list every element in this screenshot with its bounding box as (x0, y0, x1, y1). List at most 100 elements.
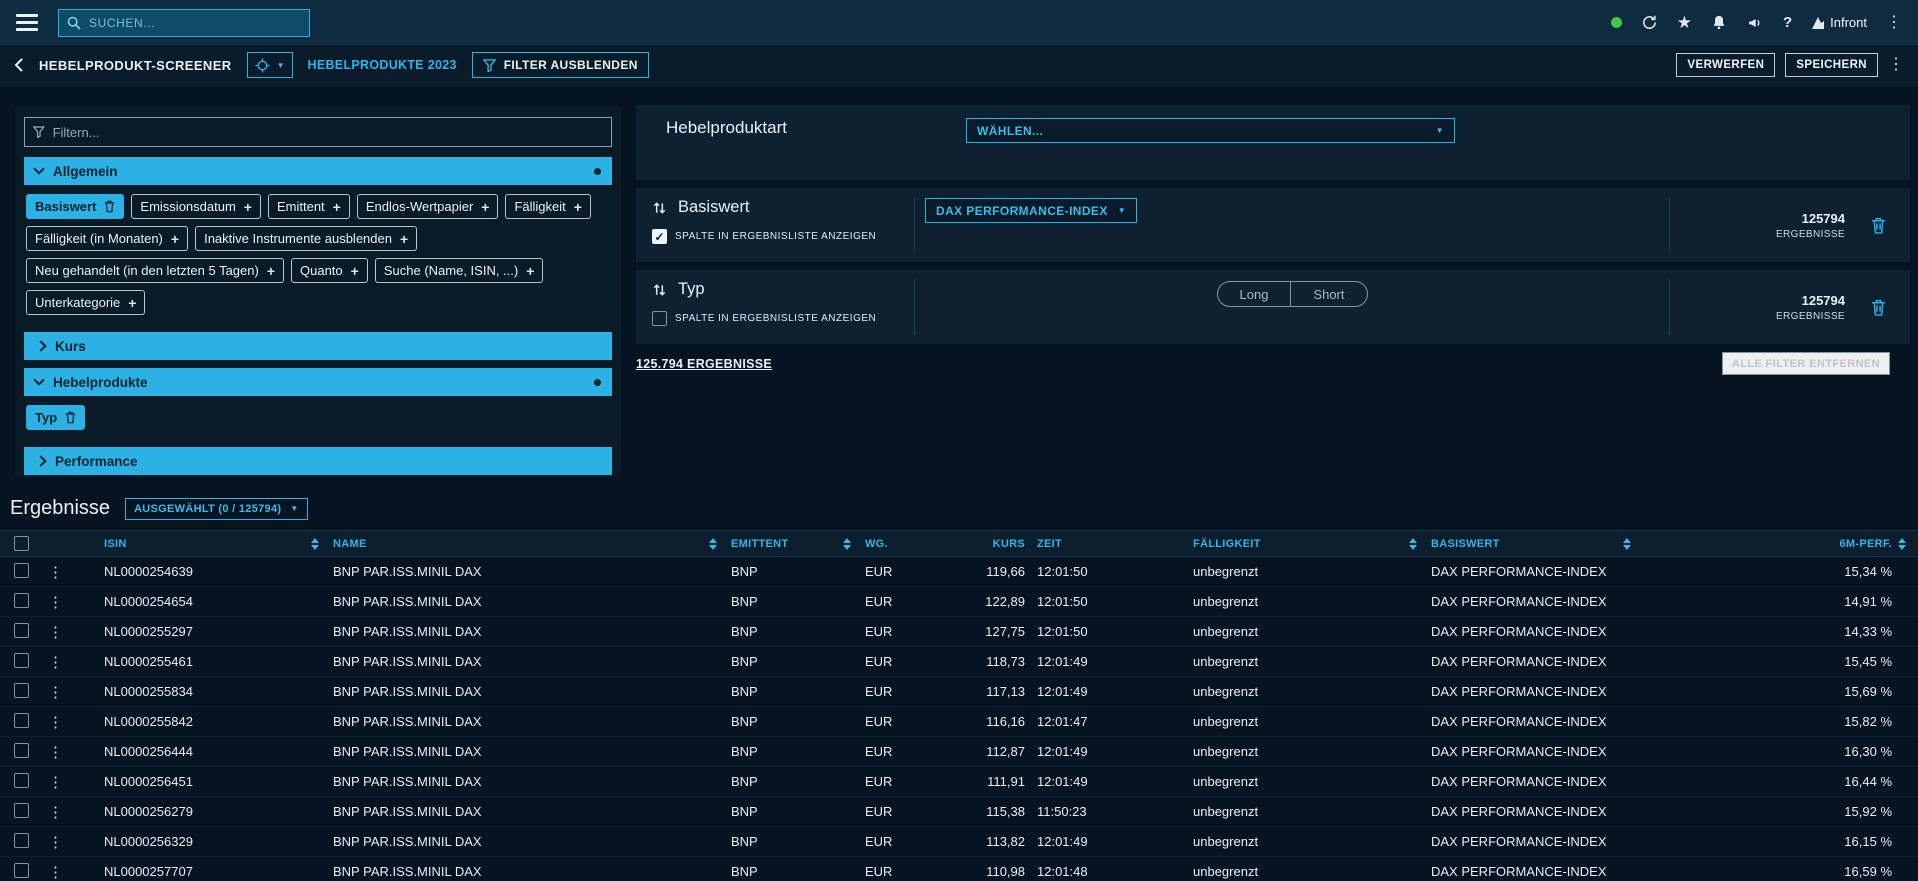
filter-chip[interactable]: Fälligkeit+ (505, 194, 590, 219)
selected-dropdown[interactable]: AUSGEWÄHLT (0 / 125794) ▼ (125, 498, 308, 520)
filter-chip[interactable]: Fälligkeit (in Monaten)+ (26, 226, 188, 251)
col-kurs[interactable]: KURS (957, 538, 1025, 550)
sidebar-filter-box[interactable] (24, 117, 612, 147)
global-search[interactable] (58, 9, 310, 37)
table-row[interactable]: ⋮ NL0000256444 BNP PAR.ISS.MINIL DAX BNP… (0, 737, 1918, 767)
cell-faelligkeit: unbegrenzt (1193, 684, 1431, 699)
row-checkbox[interactable] (14, 713, 29, 728)
bell-icon[interactable] (1711, 14, 1727, 31)
table-row[interactable]: ⋮ NL0000255297 BNP PAR.ISS.MINIL DAX BNP… (0, 617, 1918, 647)
trash-icon[interactable] (104, 200, 115, 213)
section-allgemein[interactable]: Allgemein (24, 157, 612, 185)
row-checkbox[interactable] (14, 653, 29, 668)
filter-chip[interactable]: Endlos-Wertpapier+ (357, 194, 499, 219)
page-title: HEBELPRODUKT-SCREENER (39, 58, 232, 73)
table-row[interactable]: ⋮ NL0000256329 BNP PAR.ISS.MINIL DAX BNP… (0, 827, 1918, 857)
col-emittent[interactable]: EMITTENT (731, 538, 865, 550)
back-icon[interactable] (14, 57, 24, 73)
reorder-icon[interactable] (652, 201, 667, 215)
filter-chip-typ[interactable]: Typ (26, 405, 85, 430)
col-wg[interactable]: WG. (865, 538, 957, 550)
reorder-icon[interactable] (652, 283, 667, 297)
hamburger-menu-icon[interactable] (16, 14, 38, 31)
trash-icon[interactable] (1871, 217, 1886, 234)
link-target-button[interactable]: ▼ (247, 52, 293, 78)
basiswert-select[interactable]: DAX PERFORMANCE-INDEX ▼ (925, 198, 1137, 223)
row-checkbox[interactable] (14, 863, 29, 878)
table-row[interactable]: ⋮ NL0000255461 BNP PAR.ISS.MINIL DAX BNP… (0, 647, 1918, 677)
row-menu-icon[interactable]: ⋮ (44, 803, 104, 821)
overflow-menu-icon[interactable]: ⋮ (1886, 15, 1902, 31)
table-row[interactable]: ⋮ NL0000256451 BNP PAR.ISS.MINIL DAX BNP… (0, 767, 1918, 797)
filter-chip[interactable]: Neu gehandelt (in den letzten 5 Tagen)+ (26, 258, 284, 283)
toggle-short[interactable]: Short (1290, 282, 1366, 306)
col-basiswert[interactable]: BASISWERT (1431, 538, 1645, 550)
chevron-down-icon: ▼ (290, 504, 298, 513)
filter-chip[interactable]: Quanto+ (291, 258, 368, 283)
section-performance[interactable]: Performance (24, 447, 612, 475)
toolbar-overflow-icon[interactable]: ⋮ (1888, 57, 1904, 73)
sidebar-filter-input[interactable] (53, 125, 603, 140)
col-6m-perf[interactable]: 6M-PERF. (1645, 538, 1918, 550)
row-checkbox[interactable] (14, 683, 29, 698)
row-menu-icon[interactable]: ⋮ (44, 773, 104, 791)
star-icon[interactable]: ★ (1677, 13, 1692, 33)
row-menu-icon[interactable]: ⋮ (44, 593, 104, 611)
chevron-right-icon (35, 455, 46, 466)
section-hebelprodukte[interactable]: Hebelprodukte (24, 368, 612, 396)
row-checkbox[interactable] (14, 833, 29, 848)
filter-chip[interactable]: Unterkategorie+ (26, 290, 145, 315)
hebelprodukte-chips: Typ (24, 396, 612, 439)
row-menu-icon[interactable]: ⋮ (44, 713, 104, 731)
sync-icon[interactable] (1641, 14, 1658, 31)
row-checkbox[interactable] (14, 623, 29, 638)
filter-chip[interactable]: Inaktive Instrumente ausblenden+ (195, 226, 417, 251)
filter-chip[interactable]: Emissionsdatum+ (131, 194, 261, 219)
section-kurs[interactable]: Kurs (24, 332, 612, 360)
col-zeit[interactable]: ZEIT (1025, 538, 1193, 550)
filter-chip-basiswert[interactable]: Basiswert (26, 194, 124, 219)
filter-chip[interactable]: Suche (Name, ISIN, ...)+ (375, 258, 544, 283)
row-checkbox[interactable] (14, 773, 29, 788)
row-menu-icon[interactable]: ⋮ (44, 683, 104, 701)
save-button[interactable]: SPEICHERN (1785, 53, 1878, 77)
table-row[interactable]: ⋮ NL0000256279 BNP PAR.ISS.MINIL DAX BNP… (0, 797, 1918, 827)
row-checkbox[interactable] (14, 803, 29, 818)
trash-icon[interactable] (65, 411, 76, 424)
clear-all-filters-button[interactable]: ALLE FILTER ENTFERNEN (1722, 352, 1890, 375)
select-all-checkbox[interactable] (14, 536, 29, 551)
toggle-long[interactable]: Long (1218, 282, 1291, 306)
row-menu-icon[interactable]: ⋮ (44, 653, 104, 671)
row-menu-icon[interactable]: ⋮ (44, 833, 104, 851)
cell-perf: 15,34 % (1645, 564, 1918, 579)
filter-chip[interactable]: Emittent+ (268, 194, 350, 219)
megaphone-icon[interactable] (1746, 15, 1764, 31)
search-input[interactable] (89, 16, 301, 30)
col-name[interactable]: NAME (333, 538, 731, 550)
total-results-link[interactable]: 125.794 ERGEBNISSE (636, 357, 772, 371)
table-row[interactable]: ⋮ NL0000255842 BNP PAR.ISS.MINIL DAX BNP… (0, 707, 1918, 737)
show-column-checkbox[interactable] (652, 311, 667, 326)
cell-zeit: 12:01:50 (1025, 624, 1193, 639)
table-row[interactable]: ⋮ NL0000254639 BNP PAR.ISS.MINIL DAX BNP… (0, 557, 1918, 587)
row-menu-icon[interactable]: ⋮ (44, 743, 104, 761)
row-menu-icon[interactable]: ⋮ (44, 623, 104, 641)
col-faelligkeit[interactable]: FÄLLIGKEIT (1193, 538, 1431, 550)
col-isin[interactable]: ISIN (104, 538, 333, 550)
table-row[interactable]: ⋮ NL0000254654 BNP PAR.ISS.MINIL DAX BNP… (0, 587, 1918, 617)
row-checkbox[interactable] (14, 593, 29, 608)
trash-icon[interactable] (1871, 299, 1886, 316)
row-menu-icon[interactable]: ⋮ (44, 563, 104, 581)
hebelproduktart-select[interactable]: WÄHLEN... ▼ (966, 118, 1455, 143)
row-menu-icon[interactable]: ⋮ (44, 863, 104, 881)
help-icon[interactable]: ? (1783, 14, 1792, 31)
row-checkbox[interactable] (14, 563, 29, 578)
filter-toggle-button[interactable]: FILTER AUSBLENDEN (472, 52, 649, 78)
table-row[interactable]: ⋮ NL0000257707 BNP PAR.ISS.MINIL DAX BNP… (0, 857, 1918, 881)
discard-button[interactable]: VERWERFEN (1676, 53, 1775, 77)
table-row[interactable]: ⋮ NL0000255834 BNP PAR.ISS.MINIL DAX BNP… (0, 677, 1918, 707)
cell-zeit: 12:01:49 (1025, 834, 1193, 849)
saved-screen-link[interactable]: HEBELPRODUKTE 2023 (308, 58, 457, 72)
row-checkbox[interactable] (14, 743, 29, 758)
show-column-checkbox[interactable]: ✓ (652, 229, 667, 244)
